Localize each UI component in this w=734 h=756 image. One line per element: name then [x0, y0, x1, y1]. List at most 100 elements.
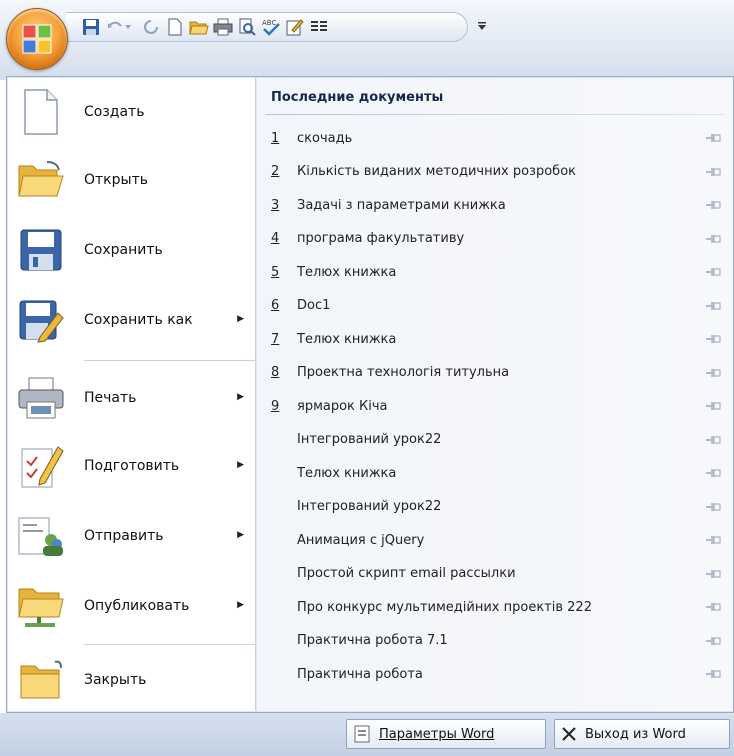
recent-document-item[interactable]: 5 Телюх книжка [263, 257, 725, 287]
menu-item-close[interactable]: Закрыть [14, 650, 250, 710]
recent-document-item[interactable]: Практична робота [263, 659, 725, 689]
recent-document-item[interactable]: 1 скочадь [263, 123, 725, 153]
pin-icon[interactable] [705, 132, 721, 144]
pin-icon[interactable] [705, 300, 721, 312]
menu-item-prepare[interactable]: Подготовить ▶ [14, 436, 250, 496]
office-button[interactable] [6, 8, 68, 70]
submenu-arrow-icon: ▶ [237, 600, 244, 610]
pin-icon[interactable] [705, 266, 721, 278]
recent-document-item[interactable]: Телюх книжка [263, 458, 725, 488]
pin-icon[interactable] [705, 568, 721, 580]
recent-document-item[interactable]: 3 Задачі з параметрами книжка [263, 190, 725, 220]
print-icon[interactable] [212, 16, 234, 38]
print-preview-icon[interactable] [236, 16, 258, 38]
publish-folder-icon [14, 579, 68, 633]
recent-document-name: скочадь [297, 130, 353, 146]
menu-commands: Создать Открыть Сохранить Сохранить как … [8, 78, 256, 711]
pin-icon[interactable] [705, 333, 721, 345]
submenu-arrow-icon: ▶ [237, 392, 244, 402]
recent-document-number: 4 [271, 231, 280, 246]
pin-icon[interactable] [705, 233, 721, 245]
recent-document-item[interactable]: 4 програма факультативу [263, 224, 725, 254]
pin-icon[interactable] [705, 166, 721, 178]
pin-icon[interactable] [705, 668, 721, 680]
office-menu: Создать Открыть Сохранить Сохранить как … [6, 76, 734, 713]
office-logo-icon [22, 24, 52, 54]
recent-documents-title: Последние документы [271, 90, 444, 105]
word-options-label: Параметры Word [379, 726, 495, 742]
edit-icon[interactable] [284, 16, 306, 38]
pin-icon[interactable] [705, 367, 721, 379]
new-icon[interactable] [164, 16, 186, 38]
redo-icon[interactable] [140, 16, 162, 38]
recent-document-item[interactable]: Простой скрипт email рассылки [263, 559, 725, 589]
menu-item-save[interactable]: Сохранить [14, 220, 250, 280]
word-options-button[interactable]: Параметры Word [346, 719, 546, 749]
recent-document-item[interactable]: 9 ярмарок Кіча [263, 391, 725, 421]
open-folder-icon [14, 153, 68, 207]
exit-word-button[interactable]: Выход из Word [554, 719, 730, 749]
submenu-arrow-icon: ▶ [237, 460, 244, 470]
menu-item-print[interactable]: Печать ▶ [14, 368, 250, 428]
recent-document-name: Простой скрипт email рассылки [297, 566, 516, 581]
pin-icon[interactable] [705, 434, 721, 446]
recent-document-name: Телюх книжка [297, 264, 397, 280]
save-icon[interactable] [80, 16, 102, 38]
menu-item-label: Подготовить [84, 458, 180, 474]
recent-documents-panel: Последние документы 1 скочадь 2 Кількість в… [257, 78, 733, 711]
recent-document-item[interactable]: Інтегрований урок22 [263, 492, 725, 522]
menu-item-send[interactable]: Отправить ▶ [14, 506, 250, 566]
menu-footer: Параметры Word Выход из Word [0, 713, 734, 756]
recent-document-item[interactable]: 8 Проектна технологія титульна [263, 358, 725, 388]
menu-item-label: Отправить [84, 528, 164, 544]
menu-item-publish[interactable]: Опубликовать ▶ [14, 576, 250, 636]
menu-item-new[interactable]: Создать [14, 82, 250, 142]
exit-word-label: Выход из Word [585, 726, 686, 742]
open-icon[interactable] [188, 16, 210, 38]
recent-document-item[interactable]: Практична робота 7.1 [263, 626, 725, 656]
recent-document-name: Практична робота [297, 666, 423, 682]
menu-item-label: Печать [84, 390, 137, 406]
close-folder-icon [14, 653, 68, 707]
recent-document-name: Кількість виданих методичних розробок [297, 164, 576, 179]
pin-icon[interactable] [705, 601, 721, 613]
close-x-icon [561, 726, 577, 742]
recent-document-item[interactable]: 7 Телюх книжка [263, 324, 725, 354]
menu-item-open[interactable]: Открыть [14, 150, 250, 210]
recent-document-number: 7 [271, 331, 280, 347]
submenu-arrow-icon: ▶ [237, 530, 244, 540]
svg-text:ABC: ABC [262, 19, 276, 27]
pin-icon[interactable] [705, 467, 721, 479]
recent-document-number: 1 [271, 130, 280, 146]
recent-document-name: Doc1 [297, 298, 331, 313]
customize-toolbar-dropdown-icon[interactable] [476, 18, 488, 34]
quick-access-bar: ABC [0, 0, 734, 80]
recent-document-item[interactable]: 2 Кількість виданих методичних розробок [263, 157, 725, 187]
menu-item-save-as[interactable]: Сохранить как ▶ [14, 290, 250, 350]
recent-document-item[interactable]: Інтегрований урок22 [263, 425, 725, 455]
columns-icon[interactable] [308, 16, 330, 38]
recent-document-number: 2 [271, 164, 280, 179]
recent-document-item[interactable]: Про конкурс мультимедійних проектів 222 [263, 592, 725, 622]
recent-document-number: 3 [271, 197, 280, 213]
menu-separator [84, 360, 256, 361]
recent-document-name: Телюх книжка [297, 465, 397, 481]
recent-document-item[interactable]: Анимация с jQuery [263, 525, 725, 555]
recent-document-number: 6 [271, 298, 280, 313]
save-as-icon [14, 293, 68, 347]
recent-document-name: Проектна технологія титульна [297, 365, 510, 380]
printer-icon [14, 371, 68, 425]
pin-icon[interactable] [705, 635, 721, 647]
recent-document-item[interactable]: 6 Doc1 [263, 291, 725, 321]
pin-icon[interactable] [705, 501, 721, 513]
pin-icon[interactable] [705, 400, 721, 412]
pin-icon[interactable] [705, 534, 721, 546]
menu-separator [84, 644, 256, 645]
undo-dropdown-icon[interactable] [122, 16, 134, 38]
recent-title-separator [265, 114, 725, 115]
save-disk-icon [14, 223, 68, 277]
pin-icon[interactable] [705, 199, 721, 211]
menu-item-label: Опубликовать [84, 598, 190, 614]
spelling-icon[interactable]: ABC [260, 16, 282, 38]
menu-item-label: Создать [84, 104, 145, 120]
